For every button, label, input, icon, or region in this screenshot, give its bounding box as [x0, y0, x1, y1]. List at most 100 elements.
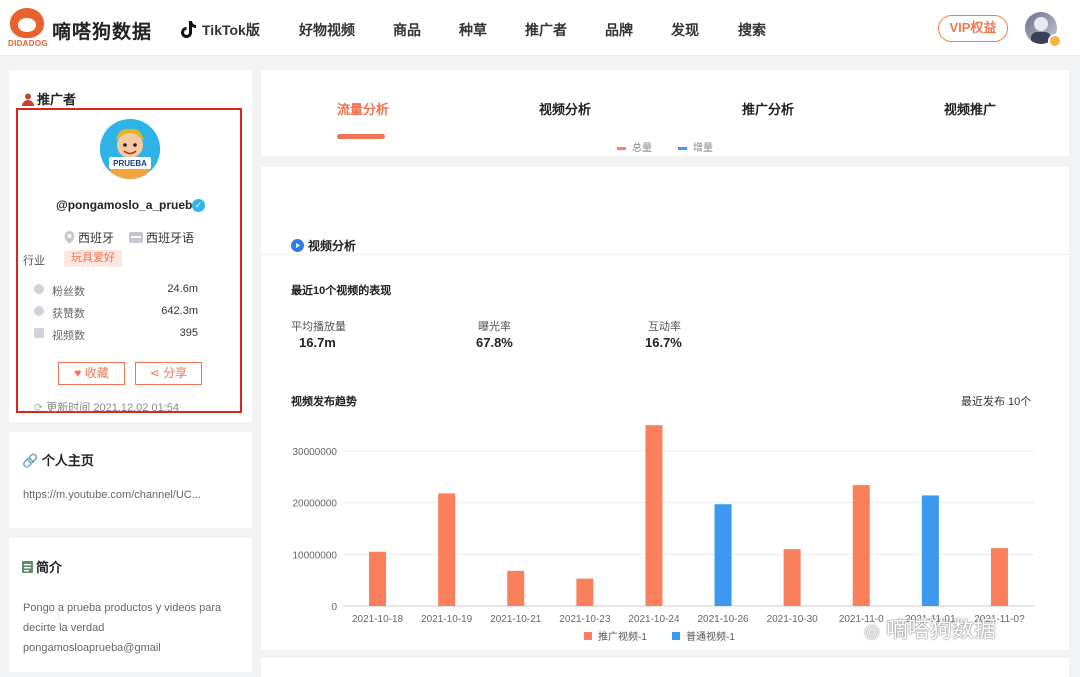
stat-value: 642.3m: [161, 305, 198, 317]
country-text: 西班牙: [78, 231, 115, 245]
total-swatch-icon: [617, 146, 626, 150]
dog-logo-icon: [10, 8, 44, 38]
legend-label[interactable]: 推广视频-1: [598, 630, 647, 643]
industry-tag[interactable]: 玩具爱好: [64, 250, 122, 267]
brand-name[interactable]: 嘀嗒狗数据: [52, 17, 152, 44]
kpi-label: 互动率: [648, 321, 681, 333]
legend-swatch: [672, 632, 680, 640]
stat-label: 获赞数: [52, 308, 85, 320]
bar[interactable]: [576, 578, 594, 606]
legend-label[interactable]: 普通视频-1: [686, 630, 735, 643]
tab-video-analysis[interactable]: 视频分析: [539, 99, 591, 118]
intro-line: Pongo a prueba productos y videos para: [23, 602, 222, 614]
stat-value: 24.6m: [167, 283, 198, 295]
legend-total[interactable]: 总量: [617, 139, 652, 154]
vip-badge-icon: [1048, 34, 1062, 48]
bar[interactable]: [645, 425, 663, 606]
nav-tiktok-label: TikTok版: [202, 22, 260, 38]
x-tick-label: 2021-10-19: [421, 614, 473, 625]
collect-label: 收藏: [84, 366, 109, 380]
industry-label: 行业: [23, 255, 45, 267]
kpi-value: 16.7m: [299, 335, 336, 350]
didadog-logo[interactable]: DIDADOG: [8, 8, 48, 48]
bar[interactable]: [507, 570, 525, 606]
link-icon: 🔗: [22, 453, 39, 468]
chart-title: 视频发布趋势: [291, 396, 357, 408]
nav-promoters[interactable]: 推广者: [525, 20, 567, 40]
language-text: 西班牙语: [146, 231, 195, 245]
x-tick-label: 2021-10-24: [628, 614, 680, 625]
refresh-icon[interactable]: ⟳: [34, 402, 43, 414]
active-tab-indicator: [337, 134, 385, 139]
homepage-title-text: 个人主页: [41, 453, 94, 468]
legend-swatch: [584, 632, 592, 640]
x-tick-label: 2021-10-23: [559, 614, 611, 625]
share-label: 分享: [163, 366, 188, 380]
promoter-avatar[interactable]: PRUEBA: [100, 119, 160, 179]
bar[interactable]: [783, 549, 801, 606]
stat-value: 395: [179, 327, 198, 339]
promoter-username: @pongamoslo_a_prueba: [56, 198, 200, 212]
tiktok-icon: [180, 20, 196, 38]
location-pin-icon: [64, 231, 75, 244]
y-tick-label: 30000000: [293, 447, 338, 458]
verified-icon: ✓: [192, 199, 205, 212]
wechat-watermark: ◎ 嘀嗒狗数据: [864, 612, 996, 644]
tab-video-promotion[interactable]: 视频推广: [944, 99, 996, 118]
language-icon: [129, 232, 143, 243]
kpi-value: 67.8%: [476, 335, 513, 350]
update-time: ⟳ 更新时间 2021.12.02 01:54: [34, 399, 179, 415]
nav-search[interactable]: 搜索: [738, 20, 766, 40]
wechat-icon: ◎: [864, 621, 880, 641]
kpi-value: 16.7%: [645, 335, 682, 350]
intro-line: decirte la verdad: [23, 622, 105, 634]
nav-goods-videos[interactable]: 好物视频: [299, 20, 355, 40]
nav-brands[interactable]: 品牌: [605, 20, 633, 40]
section-divider: [261, 254, 1069, 255]
likes-icon: [34, 306, 44, 316]
x-tick-label: 2021-10-21: [490, 614, 542, 625]
legend-total-label: 总量: [632, 143, 652, 154]
nav-products[interactable]: 商品: [393, 20, 421, 40]
logo-subtext: DIDADOG: [8, 39, 48, 48]
bar[interactable]: [990, 548, 1008, 606]
bar[interactable]: [438, 493, 456, 606]
legend-increment[interactable]: 增量: [678, 139, 713, 154]
person-icon: [22, 93, 34, 106]
intro-line: pongamosloaprueba@gmail: [23, 642, 161, 654]
bar[interactable]: [369, 551, 387, 606]
bar[interactable]: [921, 495, 939, 606]
update-time-text: 更新时间 2021.12.02 01:54: [46, 402, 179, 414]
promoter-title-text: 推广者: [37, 92, 77, 107]
nav-tiktok[interactable]: TikTok版: [180, 20, 260, 40]
video-analysis-title-text: 视频分析: [308, 239, 357, 253]
vip-button[interactable]: VIP权益: [938, 15, 1008, 42]
top-navigation-bar: DIDADOG 嘀嗒狗数据 TikTok版 好物视频 商品 种草 推广者 品牌 …: [0, 0, 1080, 56]
homepage-url[interactable]: https://m.youtube.com/channel/UC...: [23, 485, 201, 505]
nav-discover[interactable]: 发现: [671, 20, 699, 40]
bar[interactable]: [852, 485, 870, 606]
video-icon: [34, 328, 44, 338]
fans-icon: [34, 284, 44, 294]
y-tick-label: 0: [331, 602, 337, 613]
play-icon: [291, 239, 304, 252]
collect-button[interactable]: ♥ 收藏: [58, 362, 125, 385]
tab-traffic-analysis[interactable]: 流量分析: [337, 99, 389, 118]
nav-seeding[interactable]: 种草: [459, 20, 487, 40]
avatar-text: PRUEBA: [113, 159, 147, 168]
share-icon: ⋖: [149, 366, 160, 380]
intro-title: 简介: [22, 557, 62, 576]
language-info: 西班牙语: [129, 229, 194, 246]
legend-increment-label: 增量: [693, 143, 713, 154]
share-button[interactable]: ⋖ 分享: [135, 362, 202, 385]
recent-releases-dropdown[interactable]: 最近发布 10个: [961, 393, 1031, 409]
stat-label: 视频数: [52, 330, 85, 342]
homepage-title: 🔗 个人主页: [22, 450, 94, 469]
homepage-card: [9, 432, 252, 528]
promoter-section-title: 推广者: [22, 89, 76, 108]
x-tick-label: 2021-10-30: [767, 614, 819, 625]
bar[interactable]: [714, 504, 732, 606]
next-section-card: [261, 658, 1069, 677]
intro-title-text: 简介: [36, 560, 63, 575]
tab-promotion-analysis[interactable]: 推广分析: [742, 99, 794, 118]
